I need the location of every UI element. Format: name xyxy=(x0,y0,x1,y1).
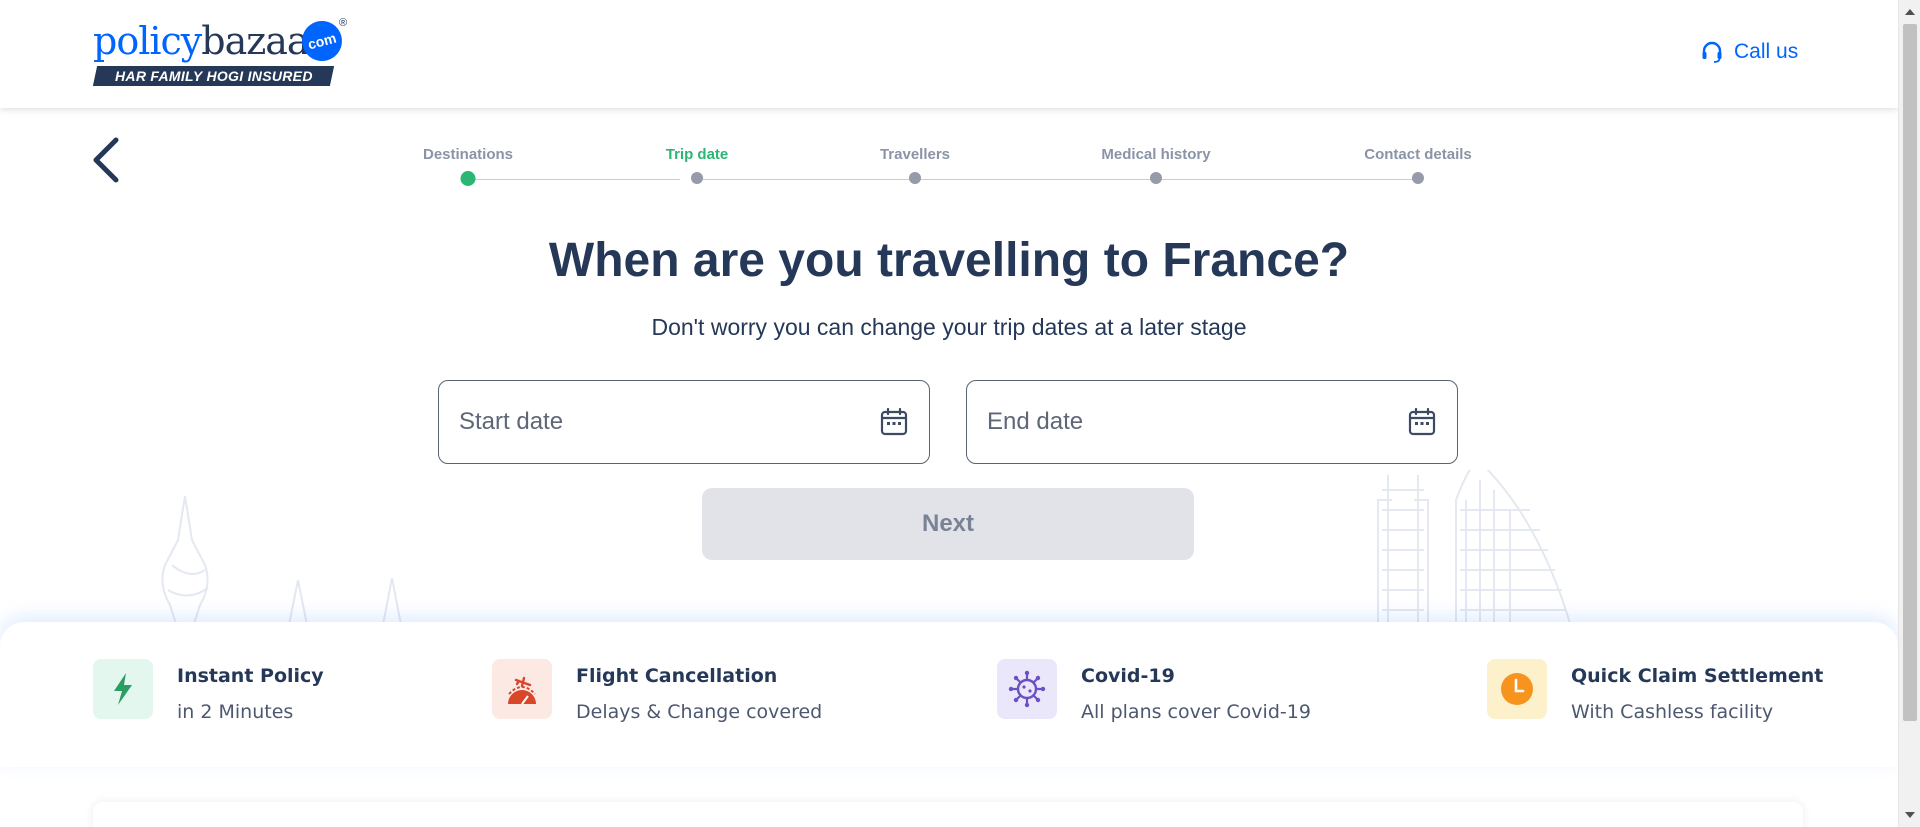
lightning-icon xyxy=(93,659,153,719)
scroll-down-arrow-icon[interactable] xyxy=(1905,812,1915,818)
call-us-label: Call us xyxy=(1734,40,1799,63)
step-medical-history-label: Medical history xyxy=(1101,146,1211,163)
header: policybazaar com ® HAR FAMILY HOGI INSUR… xyxy=(0,0,1898,108)
end-date-field[interactable]: End date xyxy=(966,380,1458,464)
feature-subtitle: Delays & Change covered xyxy=(576,701,823,723)
features-strip: Instant Policy in 2 Minutes Flight Cance… xyxy=(0,622,1898,767)
feature-covid-19: Covid-19 All plans cover Covid-19 xyxy=(997,659,1311,723)
feature-subtitle: in 2 Minutes xyxy=(177,701,294,723)
scrollbar-thumb[interactable] xyxy=(1903,24,1917,721)
calendar-icon xyxy=(1408,407,1436,436)
logo-registered-mark: ® xyxy=(339,17,348,29)
feature-flight-cancellation: Flight Cancellation Delays & Change cove… xyxy=(492,659,822,723)
feature-subtitle: All plans cover Covid-19 xyxy=(1081,701,1311,723)
step-travellers-dot xyxy=(909,172,921,184)
page-subtitle: Don't worry you can change your trip dat… xyxy=(651,314,1247,340)
feature-title: Instant Policy xyxy=(177,665,324,687)
feature-subtitle: With Cashless facility xyxy=(1571,701,1774,723)
feature-title: Flight Cancellation xyxy=(576,665,778,687)
logo-tagline: HAR FAMILY HOGI INSURED xyxy=(92,66,335,86)
step-medical-history-dot xyxy=(1150,172,1162,184)
step-contact-details-label: Contact details xyxy=(1364,146,1472,163)
stepper-connector xyxy=(915,179,1156,180)
virus-icon xyxy=(997,659,1057,719)
clock-icon xyxy=(1487,659,1547,719)
headset-icon xyxy=(1702,41,1722,63)
step-trip-date-dot xyxy=(691,172,703,184)
stepper-connector xyxy=(468,179,680,180)
feature-title: Covid-19 xyxy=(1081,665,1175,687)
step-destinations-dot xyxy=(460,171,476,186)
step-trip-date-label: Trip date xyxy=(665,146,729,163)
step-destinations-label[interactable]: Destinations xyxy=(423,146,513,163)
feature-instant-policy: Instant Policy in 2 Minutes xyxy=(93,659,324,723)
step-travellers-label: Travellers xyxy=(879,146,951,163)
call-us-link[interactable]: Call us xyxy=(1700,40,1798,64)
feature-title: Quick Claim Settlement xyxy=(1571,665,1824,687)
content-card xyxy=(93,802,1803,827)
start-date-field[interactable]: Start date xyxy=(438,380,930,464)
next-button[interactable]: Next xyxy=(702,488,1194,560)
step-contact-details-dot xyxy=(1412,172,1424,184)
logo-wordmark: policybazaar xyxy=(93,19,327,63)
feature-quick-claim: Quick Claim Settlement With Cashless fac… xyxy=(1487,659,1823,723)
stepper-connector xyxy=(697,179,915,180)
flight-cancel-icon xyxy=(492,659,552,719)
start-date-placeholder: Start date xyxy=(459,408,564,435)
stepper-connector xyxy=(1156,179,1418,180)
calendar-icon xyxy=(880,407,908,436)
policybazaar-logo[interactable]: policybazaar com ® HAR FAMILY HOGI INSUR… xyxy=(92,16,351,89)
page-title: When are you travelling to France? xyxy=(548,234,1350,287)
vertical-scrollbar[interactable] xyxy=(1898,0,1920,827)
end-date-placeholder: End date xyxy=(987,408,1084,435)
scroll-up-arrow-icon[interactable] xyxy=(1905,9,1915,15)
